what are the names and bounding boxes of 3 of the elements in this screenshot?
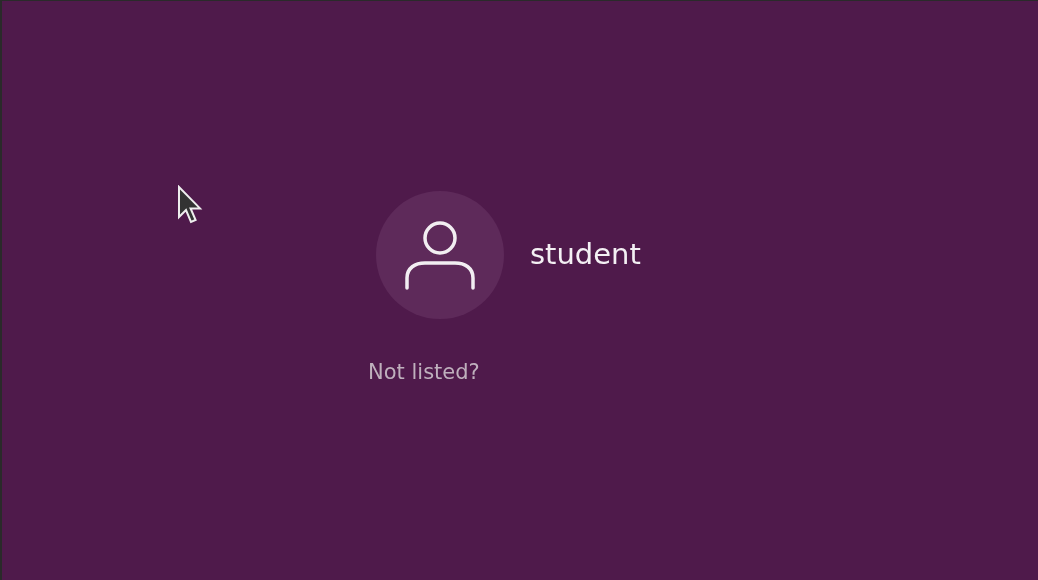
mouse-pointer-icon [177,185,203,225]
user-button[interactable]: student [368,191,653,319]
not-listed-link[interactable]: Not listed? [368,357,480,389]
